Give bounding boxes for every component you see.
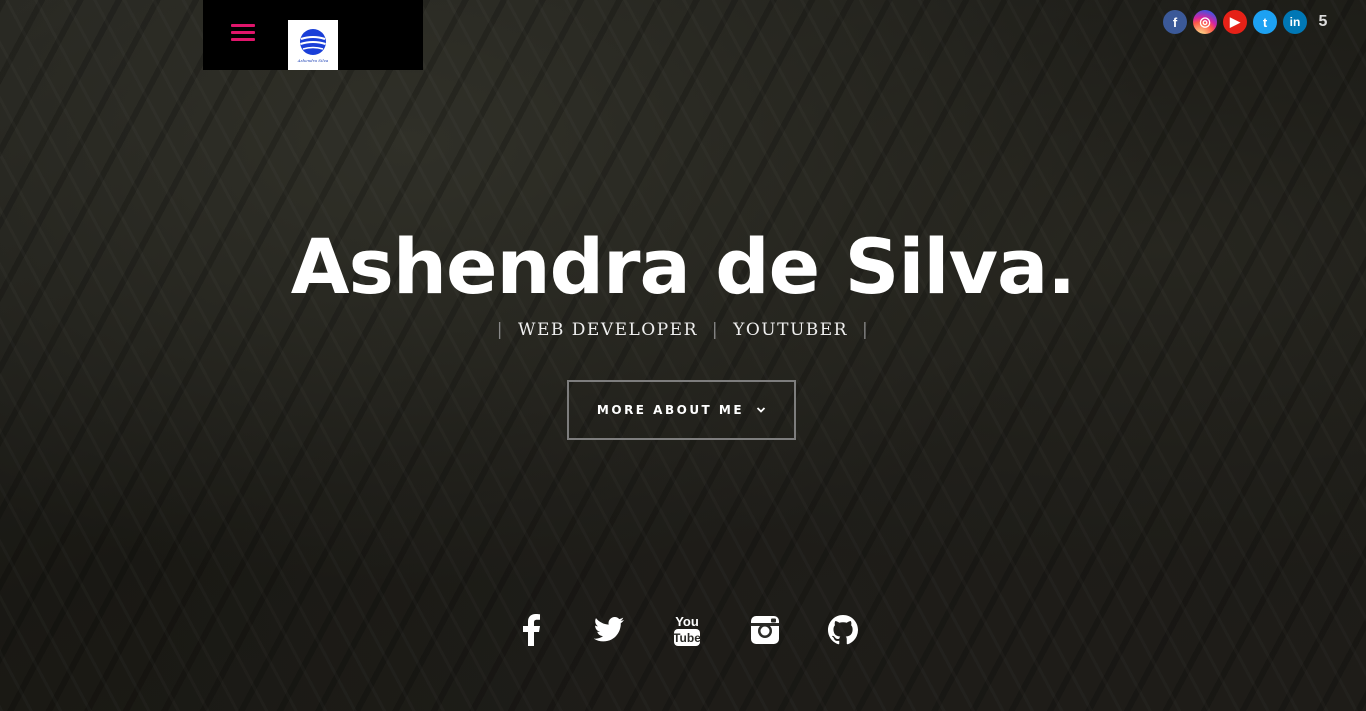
role-youtuber: YOUTUBER (733, 320, 848, 340)
fivehundredpx-icon[interactable]: 5 (1313, 10, 1333, 34)
youtube-icon[interactable]: You Tube (669, 612, 705, 648)
more-about-me-label: MORE ABOUT ME (596, 403, 745, 417)
hero-roles: | WEB DEVELOPER | YOUTUBER | (0, 320, 1366, 340)
hamburger-icon (231, 24, 255, 27)
instagram-icon[interactable]: ◎ (1193, 10, 1217, 34)
linkedin-icon[interactable]: in (1283, 10, 1307, 34)
logo-caption: Ashendra Silva (297, 57, 329, 63)
hamburger-menu-button[interactable] (231, 22, 257, 44)
hero-overlay (0, 0, 1366, 711)
facebook-icon[interactable] (513, 612, 549, 648)
github-icon[interactable] (825, 612, 861, 648)
role-separator: | (496, 320, 504, 340)
hamburger-icon (231, 38, 255, 41)
svg-text:You: You (675, 614, 699, 629)
bottom-social-links: You Tube (0, 612, 1366, 648)
chevron-down-icon (756, 407, 766, 413)
hero-title: Ashendra de Silva. (290, 222, 1076, 311)
globe-logo-icon (300, 28, 326, 55)
role-separator: | (861, 320, 870, 340)
facebook-icon[interactable]: f (1163, 10, 1187, 34)
twitter-icon[interactable] (591, 612, 627, 648)
svg-text:Tube: Tube (673, 631, 701, 645)
site-logo[interactable]: Ashendra Silva (288, 20, 338, 70)
top-social-links: f ◎ ▶ t in 5 (1163, 10, 1333, 34)
role-separator: | (711, 320, 720, 340)
twitter-icon[interactable]: t (1253, 10, 1277, 34)
youtube-icon[interactable]: ▶ (1223, 10, 1247, 34)
brand-bar: Ashendra Silva (203, 0, 423, 70)
instagram-icon[interactable] (747, 612, 783, 648)
hamburger-icon (231, 31, 255, 34)
role-web-developer: WEB DEVELOPER (518, 320, 698, 340)
more-about-me-button[interactable]: MORE ABOUT ME (567, 380, 796, 440)
